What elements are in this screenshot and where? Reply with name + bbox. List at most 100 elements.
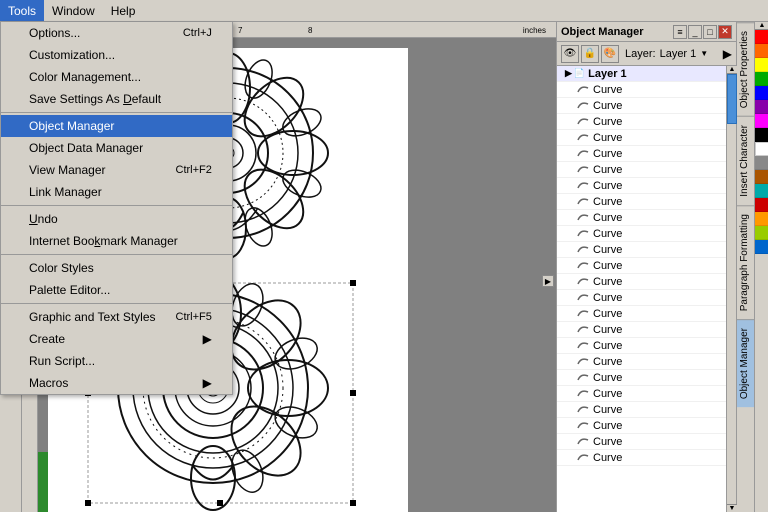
- menu-item-save-settings[interactable]: Save Settings As Default: [1, 88, 232, 110]
- ruler-mark-8: 8: [308, 26, 312, 35]
- separator-4: [1, 303, 232, 304]
- curve-item-2[interactable]: Curve: [557, 114, 726, 130]
- layer-row-arrow: ▶: [565, 68, 572, 79]
- obj-manager-close-btn[interactable]: ✕: [718, 25, 732, 39]
- color-swatch-teal[interactable]: [755, 184, 768, 198]
- color-swatch-royal-blue[interactable]: [755, 240, 768, 254]
- curve-item-11[interactable]: Curve: [557, 258, 726, 274]
- menu-item-macros[interactable]: Macros ▶: [1, 372, 232, 394]
- obj-manager-header: Object Manager ≡ _ □ ✕: [557, 22, 736, 42]
- menu-item-object-data-manager[interactable]: Object Data Manager: [1, 137, 232, 159]
- layer-row-label: Layer 1: [588, 68, 627, 80]
- curve-item-21[interactable]: Curve: [557, 418, 726, 434]
- color-swatch-amber[interactable]: [755, 212, 768, 226]
- curve-item-9[interactable]: Curve: [557, 226, 726, 242]
- menu-item-view-manager[interactable]: View Manager Ctrl+F2: [1, 159, 232, 181]
- color-swatch-white[interactable]: [755, 142, 768, 156]
- color-swatch-green[interactable]: [755, 72, 768, 86]
- menu-item-undo[interactable]: Undo: [1, 208, 232, 230]
- obj-manager-title: Object Manager: [561, 26, 644, 38]
- palette-scroll-up[interactable]: ▲: [755, 22, 768, 30]
- color-swatch-gray[interactable]: [755, 156, 768, 170]
- menu-item-customization[interactable]: Customization...: [1, 44, 232, 66]
- curve-item-5[interactable]: Curve: [557, 162, 726, 178]
- obj-lock-btn[interactable]: 🔒: [581, 45, 599, 63]
- obj-scrollbar[interactable]: ▲ ▼: [726, 66, 736, 512]
- curve-item-0[interactable]: Curve: [557, 82, 726, 98]
- menu-item-run-script[interactable]: Run Script...: [1, 350, 232, 372]
- layer-row[interactable]: ▶ 📄 Layer 1: [557, 66, 726, 82]
- color-swatch-red[interactable]: [755, 30, 768, 44]
- color-swatch-darkred[interactable]: [755, 198, 768, 212]
- separator-2: [1, 205, 232, 206]
- layer-row-icon: 📄: [574, 68, 585, 79]
- menu-item-graphic-text-styles[interactable]: Graphic and Text Styles Ctrl+F5: [1, 306, 232, 328]
- scroll-up-btn[interactable]: ▲: [727, 66, 737, 74]
- canvas-scroll-right[interactable]: ▶: [542, 275, 554, 287]
- curve-item-22[interactable]: Curve: [557, 434, 726, 450]
- layer-label: Layer:: [625, 48, 656, 60]
- curve-item-19[interactable]: Curve: [557, 386, 726, 402]
- menu-item-color-management[interactable]: Color Management...: [1, 66, 232, 88]
- obj-manager-minimize-btn[interactable]: _: [688, 25, 702, 39]
- color-palette: ▲: [754, 22, 768, 512]
- layer-name: Layer 1: [660, 48, 697, 60]
- menubar: Tools Window Help: [0, 0, 768, 22]
- curve-item-20[interactable]: Curve: [557, 402, 726, 418]
- menu-window[interactable]: Window: [44, 0, 103, 21]
- sidebar-tab-object-manager[interactable]: Object Manager: [737, 319, 754, 407]
- color-swatch-blue[interactable]: [755, 86, 768, 100]
- color-swatch-yellow[interactable]: [755, 58, 768, 72]
- menu-help[interactable]: Help: [103, 0, 144, 21]
- object-manager-panel: Object Manager ≡ _ □ ✕ 👁 🔒 🎨 Layer: Laye…: [556, 22, 736, 512]
- separator-1: [1, 112, 232, 113]
- sidebar-tab-object-properties[interactable]: Object Properties: [737, 22, 754, 116]
- curve-item-23[interactable]: Curve: [557, 450, 726, 466]
- curve-item-6[interactable]: Curve: [557, 178, 726, 194]
- menu-tools[interactable]: Tools: [0, 0, 44, 21]
- sidebar-tab-paragraph[interactable]: Paragraph Formatting: [737, 205, 754, 319]
- curve-list: CurveCurveCurveCurveCurveCurveCurveCurve…: [557, 82, 726, 466]
- curve-item-18[interactable]: Curve: [557, 370, 726, 386]
- menu-item-options[interactable]: Options... Ctrl+J: [1, 22, 232, 44]
- color-swatch-purple[interactable]: [755, 100, 768, 114]
- menu-item-object-manager[interactable]: Object Manager: [1, 115, 232, 137]
- curve-item-13[interactable]: Curve: [557, 290, 726, 306]
- layer-dropdown-arrow[interactable]: ▼: [700, 49, 708, 58]
- color-swatch-lime[interactable]: [755, 226, 768, 240]
- menu-item-color-styles[interactable]: Color Styles: [1, 257, 232, 279]
- curve-item-15[interactable]: Curve: [557, 322, 726, 338]
- curve-item-10[interactable]: Curve: [557, 242, 726, 258]
- right-sidebar: Object Properties Insert Character Parag…: [736, 22, 754, 512]
- ruler-unit: inches: [523, 26, 546, 35]
- curve-item-1[interactable]: Curve: [557, 98, 726, 114]
- curve-item-14[interactable]: Curve: [557, 306, 726, 322]
- menu-item-palette-editor[interactable]: Palette Editor...: [1, 279, 232, 301]
- obj-manager-expand-btn[interactable]: ▶: [723, 47, 732, 61]
- tools-dropdown-menu: Options... Ctrl+J Customization... Color…: [0, 22, 233, 395]
- obj-manager-toolbar: 👁 🔒 🎨 Layer: Layer 1 ▼ ▶: [557, 42, 736, 66]
- obj-manager-menu-btn[interactable]: ≡: [673, 25, 687, 39]
- menu-item-link-manager[interactable]: Link Manager: [1, 181, 232, 203]
- obj-list[interactable]: ▶ 📄 Layer 1 CurveCurveCurveCurveCurveCur…: [557, 66, 726, 512]
- curve-item-12[interactable]: Curve: [557, 274, 726, 290]
- color-swatch-black[interactable]: [755, 128, 768, 142]
- color-swatch-orange[interactable]: [755, 44, 768, 58]
- menu-item-create[interactable]: Create ▶: [1, 328, 232, 350]
- curve-item-4[interactable]: Curve: [557, 146, 726, 162]
- curve-item-16[interactable]: Curve: [557, 338, 726, 354]
- obj-manager-maximize-btn[interactable]: □: [703, 25, 717, 39]
- separator-3: [1, 254, 232, 255]
- color-swatch-magenta[interactable]: [755, 114, 768, 128]
- curve-item-17[interactable]: Curve: [557, 354, 726, 370]
- curve-item-8[interactable]: Curve: [557, 210, 726, 226]
- scroll-down-btn[interactable]: ▼: [727, 504, 737, 512]
- menu-item-internet-bookmark[interactable]: Internet Bookmark Manager: [1, 230, 232, 252]
- color-swatch-brown[interactable]: [755, 170, 768, 184]
- curve-item-3[interactable]: Curve: [557, 130, 726, 146]
- sidebar-tab-insert-character[interactable]: Insert Character: [737, 116, 754, 205]
- obj-color-btn[interactable]: 🎨: [601, 45, 619, 63]
- curve-item-7[interactable]: Curve: [557, 194, 726, 210]
- obj-show-btn[interactable]: 👁: [561, 45, 579, 63]
- scroll-thumb[interactable]: [727, 74, 737, 124]
